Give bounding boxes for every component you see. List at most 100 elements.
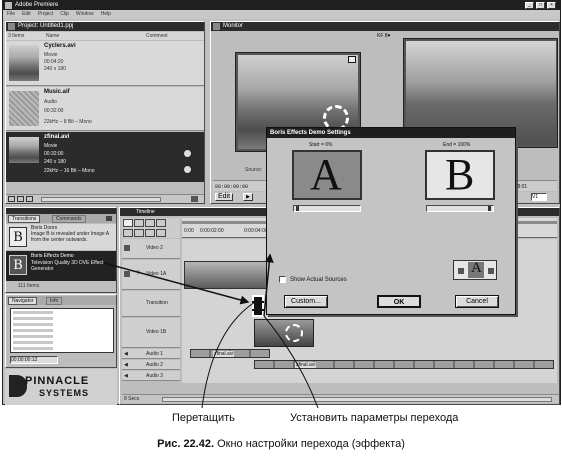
tab-navigator[interactable]: Navigator xyxy=(8,297,38,305)
speaker-icon[interactable]: ◀ xyxy=(124,351,128,357)
play-button[interactable]: ▶ xyxy=(243,193,253,201)
end-slider[interactable] xyxy=(426,205,494,212)
eye-icon[interactable] xyxy=(124,271,130,277)
tc-left: 00:00:00:00 xyxy=(215,184,249,190)
range-tool-icon[interactable] xyxy=(134,219,144,227)
razor-tool-icon[interactable] xyxy=(156,219,166,227)
audio2-clip[interactable]: zfinal.avi xyxy=(254,360,554,369)
zoom-select[interactable]: 8 Secs xyxy=(124,396,139,402)
hand-tool-icon[interactable] xyxy=(123,229,133,237)
track-header[interactable]: ◀ Audio 1 xyxy=(122,349,180,359)
start-preview: A xyxy=(292,150,362,200)
palette-menu-icon[interactable] xyxy=(106,216,112,221)
menu-help[interactable]: Help xyxy=(101,10,111,19)
project-icon xyxy=(8,23,15,30)
logo-line1: PINNACLE xyxy=(25,375,90,387)
cancel-button[interactable]: Cancel xyxy=(455,295,499,308)
start-slider[interactable] xyxy=(293,205,361,212)
tab-transitions[interactable]: Transitions xyxy=(8,215,41,223)
zoom-tool-icon[interactable] xyxy=(134,229,144,237)
timeline-scrollbar[interactable] xyxy=(162,397,552,402)
item-detail: Audio xyxy=(44,99,57,105)
app-icon xyxy=(5,2,12,9)
boris-settings-dialog: Boris Effects Demo Settings Start = 0% E… xyxy=(266,127,516,315)
source-label: Source: xyxy=(245,167,263,173)
project-header: 3 Items Name Comment xyxy=(6,32,204,40)
transition-desc: Television Quality 3D DVE Effect Generat… xyxy=(31,260,104,272)
project-col-name[interactable]: Name xyxy=(46,33,59,39)
tab-commands[interactable]: Commands xyxy=(52,215,86,223)
close-button[interactable]: × xyxy=(547,2,556,9)
menu-clip[interactable]: Clip xyxy=(60,10,69,19)
bin-icon[interactable] xyxy=(26,196,33,202)
minimize-button[interactable]: _ xyxy=(525,2,534,9)
project-item[interactable]: Cyclers.avi Movie 00:04:20 240 x 180 xyxy=(6,41,204,86)
caption-prefix: Рис. 22.42. xyxy=(157,438,215,450)
menu-bar: File Edit Project Clip Window Help xyxy=(3,10,560,19)
menu-edit[interactable]: Edit xyxy=(22,10,31,19)
edit-button[interactable]: Edit xyxy=(215,193,233,201)
ruler-tick-label: 0:00 xyxy=(184,228,194,234)
item-detail: 00:04:20 xyxy=(44,59,64,65)
project-item[interactable]: Music.aif Audio 00:32:00 22kHz – 8 Bit –… xyxy=(6,87,204,131)
project-count: 3 Items xyxy=(8,33,25,39)
track-header[interactable]: ◀ Audio 2 xyxy=(122,360,180,370)
transitions-palette: Transitions Commands B Boris Doors Image… xyxy=(5,207,117,293)
end-label: End = 100% xyxy=(443,142,471,148)
custom-button[interactable]: Custom... xyxy=(284,295,328,308)
trash-icon[interactable] xyxy=(191,196,198,202)
eye-icon[interactable] xyxy=(124,245,130,251)
item-detail: 22kHz – 8 Bit – Mono xyxy=(44,119,92,125)
track-label: Audio 1 xyxy=(146,351,163,357)
speaker-icon[interactable]: ◀ xyxy=(124,362,128,368)
marker-tool-icon[interactable] xyxy=(156,229,166,237)
transition-item-selected[interactable]: B Boris Effects Demo Television Quality … xyxy=(6,251,116,281)
start-letter: A xyxy=(310,150,342,199)
menu-file[interactable]: File xyxy=(7,10,15,19)
project-item[interactable]: zfinal.avi Movie 00:32:00 240 x 180 22kH… xyxy=(6,132,204,182)
maximize-button[interactable]: □ xyxy=(536,2,545,9)
target-select[interactable]: V1 xyxy=(531,193,547,201)
end-slider-thumb[interactable] xyxy=(488,206,491,211)
item-name: Music.aif xyxy=(44,89,70,95)
navigator-palette: Navigator Info 00:00:00:12 xyxy=(5,294,117,368)
project-col-comment[interactable]: Comment xyxy=(146,33,168,39)
start-slider-thumb[interactable] xyxy=(296,206,299,211)
navigator-preview[interactable] xyxy=(10,308,114,353)
gear-wheel-icon xyxy=(285,324,303,342)
menu-window[interactable]: Window xyxy=(76,10,94,19)
drag-callout-label: Перетащить xyxy=(172,412,235,424)
selection-tool-icon[interactable] xyxy=(123,219,133,227)
app-title: Adobe Premiere xyxy=(15,2,59,8)
item-detail: 00:32:00 xyxy=(44,151,64,157)
audio1-clip[interactable]: zfinal.avi xyxy=(190,349,270,358)
tab-info[interactable]: Info xyxy=(46,297,63,305)
navigator-viewport[interactable] xyxy=(13,311,53,351)
transition-clip[interactable] xyxy=(252,295,264,317)
speaker-icon[interactable]: ◀ xyxy=(124,373,128,379)
video1b-clip[interactable] xyxy=(254,319,314,347)
audio-thumbnail xyxy=(9,91,39,126)
item-detail: 240 x 180 xyxy=(44,66,66,72)
menu-project[interactable]: Project xyxy=(38,10,54,19)
scrollbar[interactable] xyxy=(41,197,161,202)
expand-arrow-icon[interactable]: ▽ xyxy=(136,270,140,276)
timeline-tools xyxy=(122,218,180,238)
ok-button[interactable]: OK xyxy=(377,295,421,308)
track-label: Video 1B xyxy=(146,329,167,335)
track-label: Audio 3 xyxy=(146,373,163,379)
show-sources-checkbox[interactable] xyxy=(279,276,286,283)
track-header[interactable]: Video 2 xyxy=(122,239,180,259)
project-title: Project: Untitled1.ppj xyxy=(18,23,74,29)
track-header[interactable]: ▽ Video 1A xyxy=(122,260,180,290)
thumbnail-view-icon[interactable] xyxy=(17,196,24,202)
rolling-tool-icon[interactable] xyxy=(145,219,155,227)
list-view-icon[interactable] xyxy=(8,196,15,202)
navigator-timecode[interactable]: 00:00:00:12 xyxy=(10,356,58,364)
small-preview[interactable]: A xyxy=(453,260,497,280)
link-tool-icon[interactable] xyxy=(145,229,155,237)
transition-item[interactable]: B Boris Doors Image B is revealed under … xyxy=(6,224,116,250)
figure-caption: Рис. 22.42. Окно настройки перехода (эфф… xyxy=(0,438,562,450)
end-letter: B xyxy=(445,150,475,199)
track-header[interactable]: ◀ Audio 3 xyxy=(122,371,180,381)
